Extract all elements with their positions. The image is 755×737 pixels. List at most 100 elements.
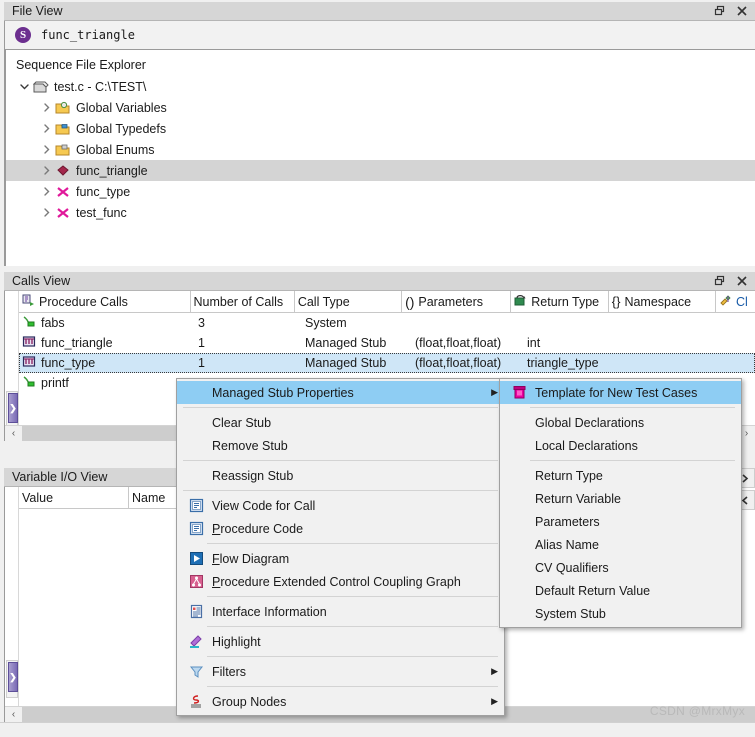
menu-item-procedure-code[interactable]: Procedure Code [177, 517, 504, 540]
restore-window-icon[interactable] [714, 275, 726, 287]
submenu-item-alias-name[interactable]: Alias Name [500, 533, 741, 556]
tree-item-global-variables[interactable]: Global Variables [6, 97, 755, 118]
status-strip [0, 722, 755, 737]
cell-text: func_triangle [41, 336, 113, 350]
menu-separator [183, 460, 498, 461]
tree-item-func-type[interactable]: func_type [6, 181, 755, 202]
close-window-icon[interactable] [736, 5, 748, 17]
close-window-icon[interactable] [736, 275, 748, 287]
system-call-icon [22, 315, 36, 331]
menu-item-remove-stub[interactable]: Remove Stub [177, 434, 504, 457]
current-sequence-label: func_triangle [41, 28, 135, 42]
calls-view-scroll-thumb[interactable]: ❯ [8, 393, 18, 423]
chevron-right-icon[interactable] [38, 102, 54, 113]
file-view-panel: S func_triangle Sequence File Explorer t… [4, 21, 755, 266]
column-header-return-type[interactable]: Return Type [511, 290, 609, 313]
table-row[interactable]: func_type 1 Managed Stub (float,float,fl… [19, 353, 755, 373]
tree-item-test-func[interactable]: test_func [6, 202, 755, 223]
submenu-item-template-for-new-test-cases[interactable]: Template for New Test Cases [500, 381, 741, 404]
submenu-item-label: System Stub [535, 606, 606, 621]
menu-item-label: Flow Diagram [212, 551, 290, 566]
menu-item-flow-diagram[interactable]: Flow Diagram [177, 547, 504, 570]
tree-item-label: func_triangle [76, 163, 148, 178]
submenu-item-system-stub[interactable]: System Stub [500, 602, 741, 625]
menu-item-interface-information[interactable]: Interface Information [177, 600, 504, 623]
submenu-item-parameters[interactable]: Parameters [500, 510, 741, 533]
menu-item-label: Interface Information [212, 604, 327, 619]
column-header-parameters[interactable]: () Parameters [402, 290, 512, 313]
tree-item-global-typedefs[interactable]: Global Typedefs [6, 118, 755, 139]
procedure-icon [54, 164, 72, 178]
variable-io-scroll-thumb[interactable]: ❯ [8, 662, 18, 692]
tree-item-func-triangle[interactable]: func_triangle [6, 160, 755, 181]
system-call-icon [22, 375, 36, 391]
interface-info-icon [183, 604, 209, 619]
table-row[interactable]: fabs 3 System [19, 313, 755, 333]
submenu-item-cv-qualifiers[interactable]: CV Qualifiers [500, 556, 741, 579]
tree-root-test-c[interactable]: test.c - C:\TEST\ [6, 76, 755, 97]
menu-item-reassign-stub[interactable]: Reassign Stub [177, 464, 504, 487]
menu-item-view-code-for-call[interactable]: View Code for Call [177, 494, 504, 517]
menu-item-clear-stub[interactable]: Clear Stub [177, 411, 504, 434]
calls-view-gutter: ❯ [5, 291, 19, 441]
cell-namespace [624, 353, 734, 373]
menu-item-procedure-extended-control-coupling-graph[interactable]: Procedure Extended Control Coupling Grap… [177, 570, 504, 593]
chevron-right-icon[interactable] [38, 123, 54, 134]
sequence-file-explorer: Sequence File Explorer test.c - C:\TEST\ [5, 49, 755, 266]
submenu-item-global-declarations[interactable]: Global Declarations [500, 411, 741, 434]
flow-diagram-icon [183, 551, 209, 566]
submenu-item-local-declarations[interactable]: Local Declarations [500, 434, 741, 457]
chevron-right-icon[interactable] [38, 207, 54, 218]
cell-text: fabs [41, 316, 65, 330]
scroll-left-button[interactable]: ‹ [5, 707, 22, 722]
submenu-item-label: Alias Name [535, 537, 599, 552]
column-header-namespace[interactable]: {} Namespace [609, 290, 716, 313]
column-header-label: Call Type [297, 294, 350, 309]
menu-separator [207, 686, 498, 687]
menu-item-label: Group Nodes [212, 694, 287, 709]
submenu-managed-stub-properties[interactable]: Template for New Test Cases Global Decla… [499, 378, 742, 628]
submenu-item-return-type[interactable]: Return Type [500, 464, 741, 487]
column-header-number-of-calls[interactable]: Number of Calls [191, 290, 295, 313]
menu-item-group-nodes[interactable]: Group Nodes ▶ [177, 690, 504, 713]
table-row[interactable]: func_triangle 1 Managed Stub (float,floa… [19, 333, 755, 353]
column-header-call-type[interactable]: Call Type [295, 290, 403, 313]
variable-io-vertical-scrollbar[interactable]: ❯ [6, 660, 18, 698]
chevron-down-icon[interactable] [16, 81, 32, 92]
column-header-value[interactable]: Value [19, 486, 129, 509]
menu-separator [183, 490, 498, 491]
parentheses-icon: () [405, 293, 415, 310]
tree-root-label: test.c - C:\TEST\ [54, 79, 147, 94]
scroll-left-button[interactable]: ‹ [5, 426, 22, 441]
chevron-right-icon[interactable] [38, 165, 54, 176]
cell-parameters [412, 313, 524, 333]
context-menu[interactable]: Managed Stub Properties ▶ Clear Stub Rem… [176, 378, 505, 716]
menu-item-label: Clear Stub [212, 415, 272, 430]
file-view-window-buttons [714, 5, 755, 17]
cell-text: func_type [41, 356, 96, 370]
return-type-icon [514, 294, 527, 310]
cell-return-type: triangle_type [527, 356, 599, 370]
column-header-procedure-calls[interactable]: Procedure Calls [19, 290, 191, 313]
chevron-right-icon[interactable] [38, 144, 54, 155]
tree-item-global-enums[interactable]: Global Enums [6, 139, 755, 160]
column-header-class[interactable]: Cl [716, 291, 755, 313]
calls-view-vertical-scrollbar[interactable]: ❯ [6, 391, 18, 429]
menu-item-highlight[interactable]: Highlight [177, 630, 504, 653]
chevron-right-icon[interactable] [38, 186, 54, 197]
sequence-file-explorer-title: Sequence File Explorer [16, 58, 146, 72]
submenu-item-default-return-value[interactable]: Default Return Value [500, 579, 741, 602]
menu-item-managed-stub-properties[interactable]: Managed Stub Properties ▶ [177, 381, 504, 404]
cell-text: printf [41, 376, 69, 390]
menu-item-label: Highlight [212, 634, 261, 649]
cell-procedure-call: fabs [19, 313, 195, 333]
submenu-arrow-icon: ▶ [491, 666, 498, 676]
cell-number-of-calls: 1 [198, 356, 205, 370]
restore-window-icon[interactable] [714, 5, 726, 17]
submenu-item-return-variable[interactable]: Return Variable [500, 487, 741, 510]
submenu-arrow-icon: ▶ [491, 387, 498, 397]
menu-item-filters[interactable]: Filters ▶ [177, 660, 504, 683]
cell-return-type: int [527, 336, 541, 350]
tree-item-label: Global Enums [76, 142, 155, 157]
column-header-label: Number of Calls [193, 294, 284, 309]
